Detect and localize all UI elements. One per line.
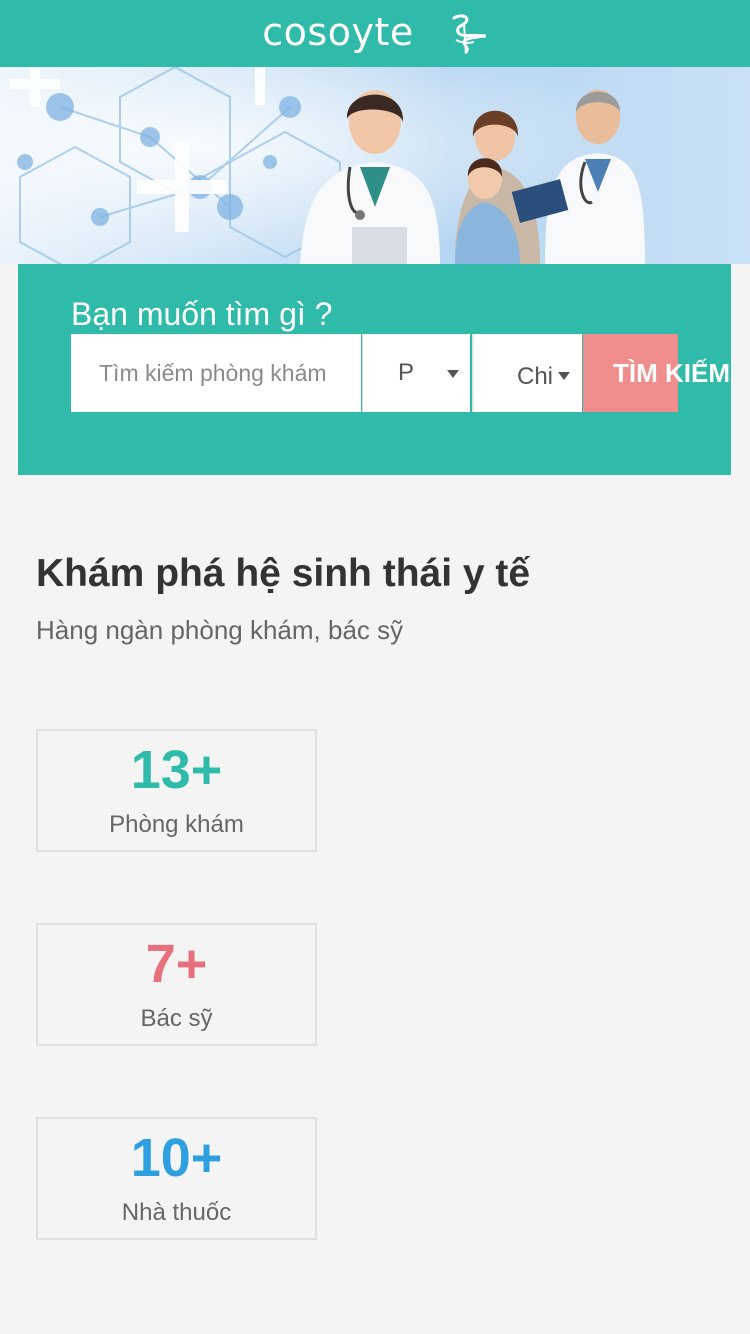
chevron-down-icon [447,370,459,378]
stat-card-pharmacies[interactable]: 10+ Nhà thuốc [36,1117,317,1240]
page: cosoyte Bạn muốn tìm gì ? Tìm kiếm phòng… [0,0,750,1334]
stat-value: 13+ [130,740,223,800]
search-button-label: TÌM KIẾM [613,358,730,389]
category-select-value: P [398,359,415,386]
location-select[interactable]: Chi [472,334,582,412]
top-bar: cosoyte [0,0,750,67]
stat-card-doctors[interactable]: 7+ Bác sỹ [36,923,317,1046]
category-select[interactable]: P [362,334,470,412]
search-title: Bạn muốn tìm gì ? [71,296,333,332]
section-subtitle: Hàng ngàn phòng khám, bác sỹ [36,615,404,645]
search-panel: Bạn muốn tìm gì ? P Chi TÌM KIẾM [18,264,731,475]
location-select-value: Chi [517,364,553,390]
chevron-down-icon [558,372,570,380]
stat-label: Phòng khám [109,811,244,838]
caduceus-icon [444,12,488,56]
search-button[interactable]: TÌM KIẾM [583,334,730,412]
logo-text: cosoyte [262,9,414,54]
banner-illustration [0,67,750,264]
logo[interactable]: cosoyte [262,12,487,56]
stat-value: 7+ [145,934,208,994]
stat-card-clinics[interactable]: 13+ Phòng khám [36,729,317,852]
section-title: Khám phá hệ sinh thái y tế [36,552,531,595]
stat-value: 10+ [130,1128,223,1188]
stat-label: Bác sỹ [140,1005,213,1032]
search-input[interactable] [71,334,361,412]
stat-label: Nhà thuốc [121,1199,232,1226]
hero-banner [0,67,750,264]
